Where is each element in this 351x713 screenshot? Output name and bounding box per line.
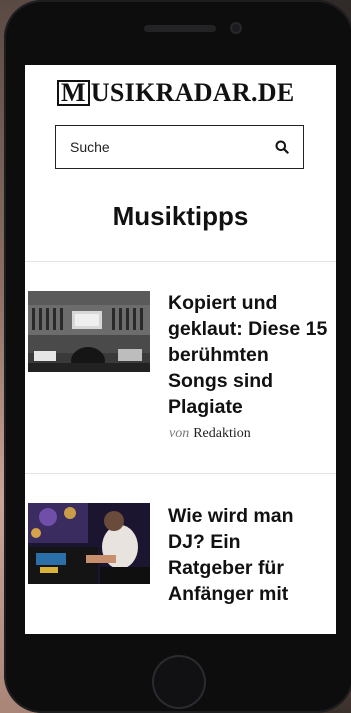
dj-party-image bbox=[28, 503, 150, 584]
article-thumbnail-mixing-console[interactable] bbox=[28, 291, 150, 372]
divider bbox=[25, 261, 336, 262]
article-title[interactable]: Wie wird man DJ? Ein Ratgeber für Anfäng… bbox=[168, 503, 328, 607]
home-button[interactable] bbox=[152, 655, 206, 709]
phone-frame: M USIKRADAR.DE Suche Musiktipps Kopiert … bbox=[4, 0, 351, 713]
section-title: Musiktipps bbox=[112, 201, 249, 231]
article-title[interactable]: Kopiert und geklaut: Diese 15 berühmten … bbox=[168, 290, 328, 420]
divider bbox=[25, 473, 336, 474]
phone-screen: M USIKRADAR.DE Suche Musiktipps Kopiert … bbox=[25, 65, 336, 634]
phone-camera bbox=[230, 22, 242, 34]
search-input[interactable]: Suche bbox=[55, 125, 304, 169]
article-byline: von Redaktion bbox=[169, 426, 251, 442]
article-thumbnail-dj[interactable] bbox=[28, 503, 150, 584]
phone-speaker bbox=[144, 25, 216, 32]
byline-author[interactable]: Redaktion bbox=[193, 426, 251, 441]
search-icon[interactable] bbox=[275, 140, 289, 154]
byline-prefix: von bbox=[169, 426, 190, 441]
logo-initial: M bbox=[57, 80, 90, 106]
search-placeholder: Suche bbox=[70, 139, 110, 155]
mixing-console-image bbox=[28, 291, 150, 372]
logo-text: USIKRADAR.DE bbox=[90, 78, 295, 107]
site-logo[interactable]: M USIKRADAR.DE bbox=[57, 78, 295, 107]
